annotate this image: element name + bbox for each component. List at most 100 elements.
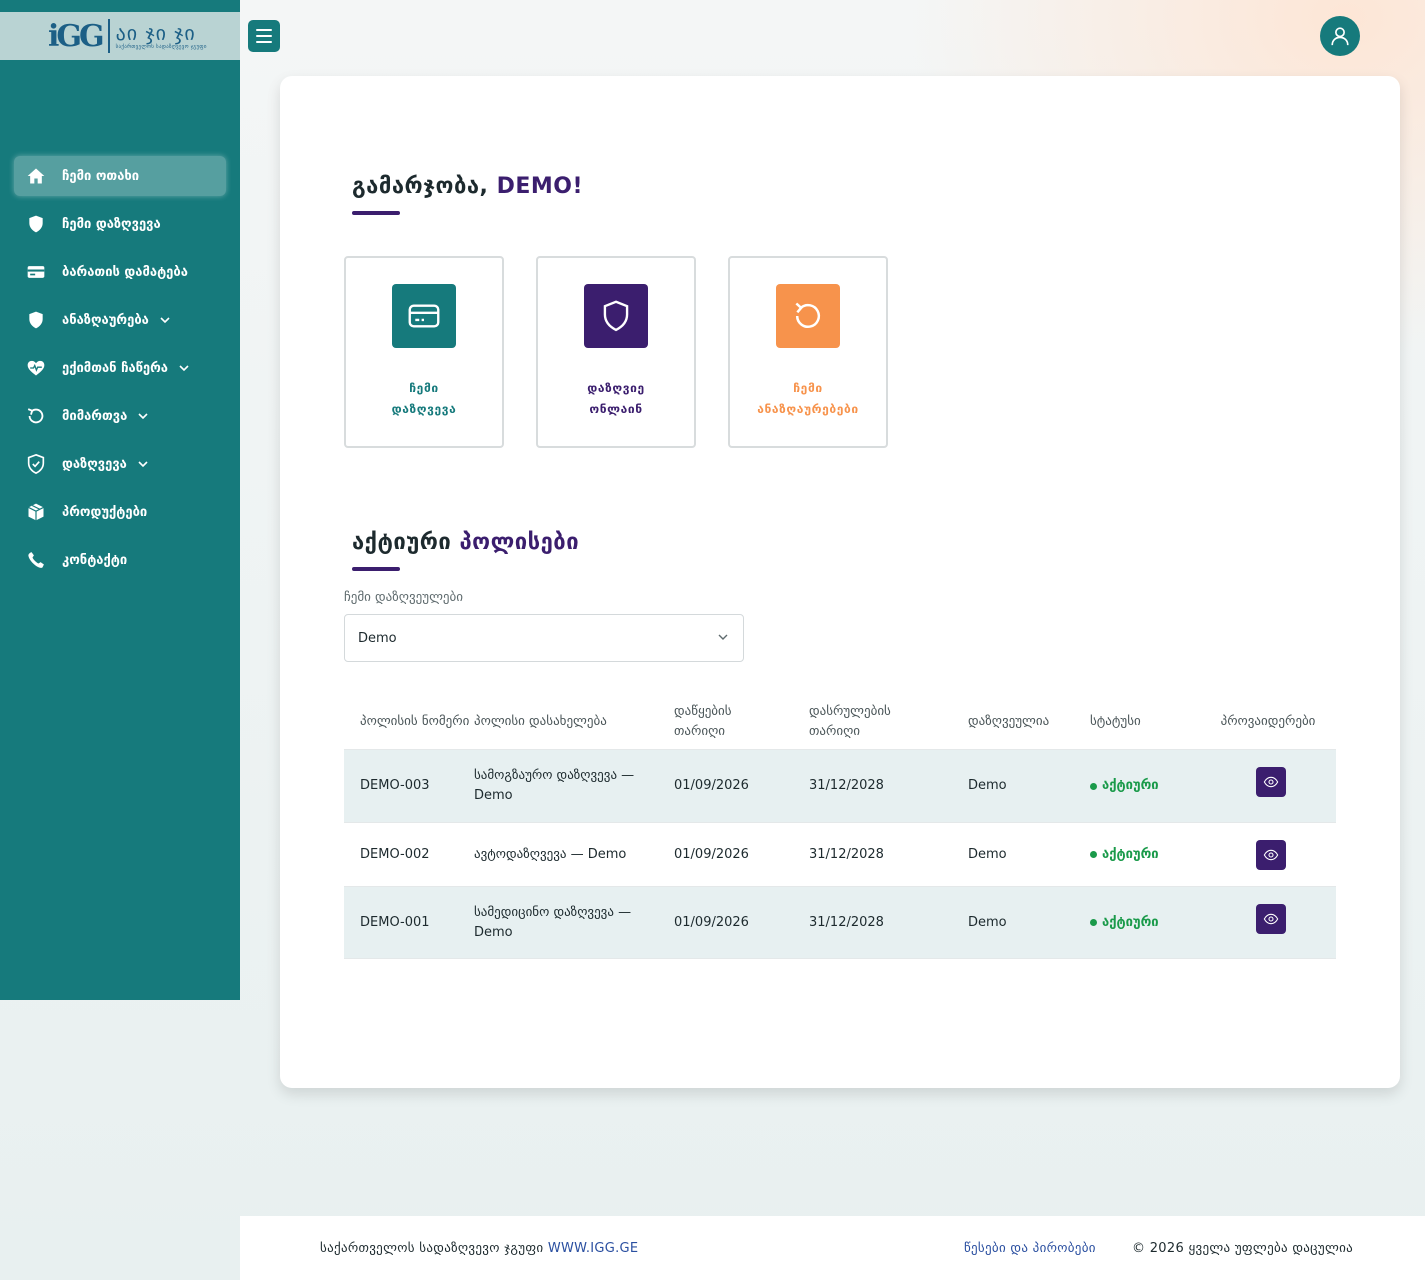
section-title-plain: აქტიური — [352, 530, 460, 555]
sidebar-item-label: ანაზღაურება — [62, 312, 149, 328]
table-row: DEMO-002 ავტოდაზღვევა — Demo 01/09/2026 … — [344, 823, 1336, 887]
policy-number: DEMO-002 — [360, 846, 430, 862]
insured-select-value: Demo — [358, 630, 397, 646]
status-dot — [1090, 782, 1097, 790]
hamburger-line — [256, 29, 272, 31]
chevron-down-icon — [717, 631, 729, 647]
footer-terms-link[interactable]: წესები და პირობები — [964, 1241, 1096, 1256]
status-text: აქტიური — [1102, 778, 1159, 793]
policy-name: ავტოდაზღვევა — Demo — [474, 846, 627, 862]
tile-label: ჩემი ანაზღაურებები — [757, 381, 859, 416]
policy-name: სამოგზაურო დაზღვევა — Demo — [474, 768, 635, 803]
tile-insure-online[interactable]: დაზღვიე ონლაინ — [536, 256, 696, 448]
start-date: 01/09/2026 — [674, 778, 749, 793]
status-badge: აქტიური — [1090, 913, 1200, 933]
start-date: 01/09/2026 — [674, 846, 749, 862]
sidebar-item-label: ბარათის დამატება — [62, 264, 188, 280]
insured-person: Demo — [968, 914, 1007, 930]
shield-check-icon — [24, 452, 48, 476]
sidebar-item-my-insurance[interactable]: ჩემი დაზღვევა — [14, 200, 226, 248]
user-icon — [1331, 27, 1349, 46]
greeting-prefix: გამარჯობა, — [352, 174, 497, 199]
providers-cell — [1200, 839, 1336, 870]
policies-table: პოლისის ნომერი პოლისი დასახელება დაწყები… — [344, 694, 1336, 959]
eye-icon — [1263, 913, 1279, 924]
menu-toggle-button[interactable] — [248, 20, 280, 52]
column-header: პოლისის ნომერი — [360, 713, 470, 729]
sidebar-item-label: კონტაქტი — [62, 552, 128, 568]
column-header: დასრულების თარიღი — [809, 703, 891, 739]
column-header: სტატუსი — [1090, 713, 1141, 729]
chevron-down-icon — [159, 314, 171, 326]
sidebar-item-doctor-appointment[interactable]: ექიმთან ჩაწერა — [14, 344, 226, 392]
insured-person: Demo — [968, 778, 1007, 793]
footer-site-link[interactable]: WWW.IGG.GE — [548, 1241, 639, 1256]
logo-divider — [107, 19, 110, 53]
status-badge: აქტიური — [1090, 776, 1200, 796]
start-date: 01/09/2026 — [674, 914, 749, 930]
logo-subtitle: საქართველოს სადაზღვევო ჯგუფი — [115, 44, 207, 50]
end-date: 31/12/2028 — [809, 914, 884, 930]
box-icon — [24, 500, 48, 524]
user-avatar-button[interactable] — [1320, 16, 1360, 56]
logo-word: აი ჯი ჯი — [115, 21, 196, 45]
tile-label: ჩემი დაზღვევა — [391, 381, 457, 416]
sidebar-item-reimbursement[interactable]: ანაზღაურება — [14, 296, 226, 344]
phone-icon — [24, 548, 48, 572]
greeting-heading: გამარჯობა, DEMO! — [352, 174, 583, 199]
end-date: 31/12/2028 — [809, 846, 884, 862]
sidebar-item-my-room[interactable]: ჩემი ოთახი — [14, 156, 226, 196]
providers-cell — [1200, 903, 1336, 934]
sidebar-item-products[interactable]: პროდუქტები — [14, 488, 226, 536]
shield-icon — [584, 284, 648, 348]
sidebar: iGG აი ჯი ჯი საქართველოს სადაზღვევო ჯგუფ… — [0, 0, 240, 1000]
status-badge: აქტიური — [1090, 845, 1200, 865]
home-icon — [24, 164, 48, 188]
refresh-icon — [24, 404, 48, 428]
sidebar-item-label: ჩემი ოთახი — [62, 168, 140, 184]
chevron-down-icon — [178, 362, 190, 374]
card-icon — [24, 260, 48, 284]
end-date: 31/12/2028 — [809, 778, 884, 793]
section-title-accent: პოლისები — [459, 530, 580, 555]
status-dot — [1090, 851, 1097, 858]
chevron-down-icon — [137, 458, 149, 470]
tile-label: დაზღვიე ონლაინ — [587, 381, 645, 416]
sidebar-item-label: პროდუქტები — [62, 504, 148, 520]
policy-number: DEMO-001 — [360, 914, 430, 930]
sidebar-item-label: დაზღვევა — [62, 456, 127, 472]
table-row: DEMO-001 სამედიცინო დაზღვევა — Demo 01/0… — [344, 887, 1336, 959]
active-policies-heading: აქტიური პოლისები — [352, 530, 579, 555]
quick-action-tiles: ჩემი დაზღვევა დაზღვიე ონლაინ ჩემი ანაზღა… — [344, 256, 888, 448]
eye-icon — [1263, 776, 1279, 788]
sidebar-item-add-card[interactable]: ბარათის დამატება — [14, 248, 226, 296]
insured-person: Demo — [968, 846, 1007, 862]
sidebar-item-insurance[interactable]: დაზღვევა — [14, 440, 226, 488]
insured-select[interactable]: Demo — [344, 614, 744, 662]
greeting-underline — [352, 211, 400, 215]
card-icon — [392, 284, 456, 348]
column-header: პოლისი დასახელება — [474, 713, 607, 729]
column-header: დაზღვეულია — [968, 713, 1050, 729]
view-providers-button[interactable] — [1256, 839, 1286, 870]
view-providers-button[interactable] — [1256, 903, 1286, 934]
status-text: აქტიური — [1102, 914, 1159, 930]
logo-mark: iGG — [48, 18, 105, 54]
status-text: აქტიური — [1102, 846, 1159, 862]
shield-icon — [24, 212, 48, 236]
sidebar-item-contact[interactable]: კონტაქტი — [14, 536, 226, 584]
table-header: პოლისის ნომერი პოლისი დასახელება დაწყები… — [344, 694, 1336, 750]
footer-copyright: © 2026 ყველა უფლება დაცულია — [1132, 1240, 1354, 1256]
tile-my-reimbursements[interactable]: ჩემი ანაზღაურებები — [728, 256, 888, 448]
section-underline — [352, 567, 400, 571]
tile-my-insurance[interactable]: ჩემი დაზღვევა — [344, 256, 504, 448]
view-providers-button[interactable] — [1256, 767, 1286, 797]
sidebar-item-referral[interactable]: მიმართვა — [14, 392, 226, 440]
sidebar-nav: ჩემი ოთახი ჩემი დაზღვევა ბარათის დამატებ… — [14, 152, 226, 584]
footer-company-name: საქართველოს სადაზღვევო ჯგუფი — [320, 1240, 548, 1256]
footer-company: საქართველოს სადაზღვევო ჯგუფი WWW.IGG.GE — [320, 1241, 638, 1256]
sidebar-item-label: მიმართვა — [62, 408, 128, 424]
logo[interactable]: iGG აი ჯი ჯი საქართველოს სადაზღვევო ჯგუფ… — [0, 12, 240, 60]
shield-icon — [24, 308, 48, 332]
sidebar-item-label: ჩემი დაზღვევა — [62, 216, 161, 232]
